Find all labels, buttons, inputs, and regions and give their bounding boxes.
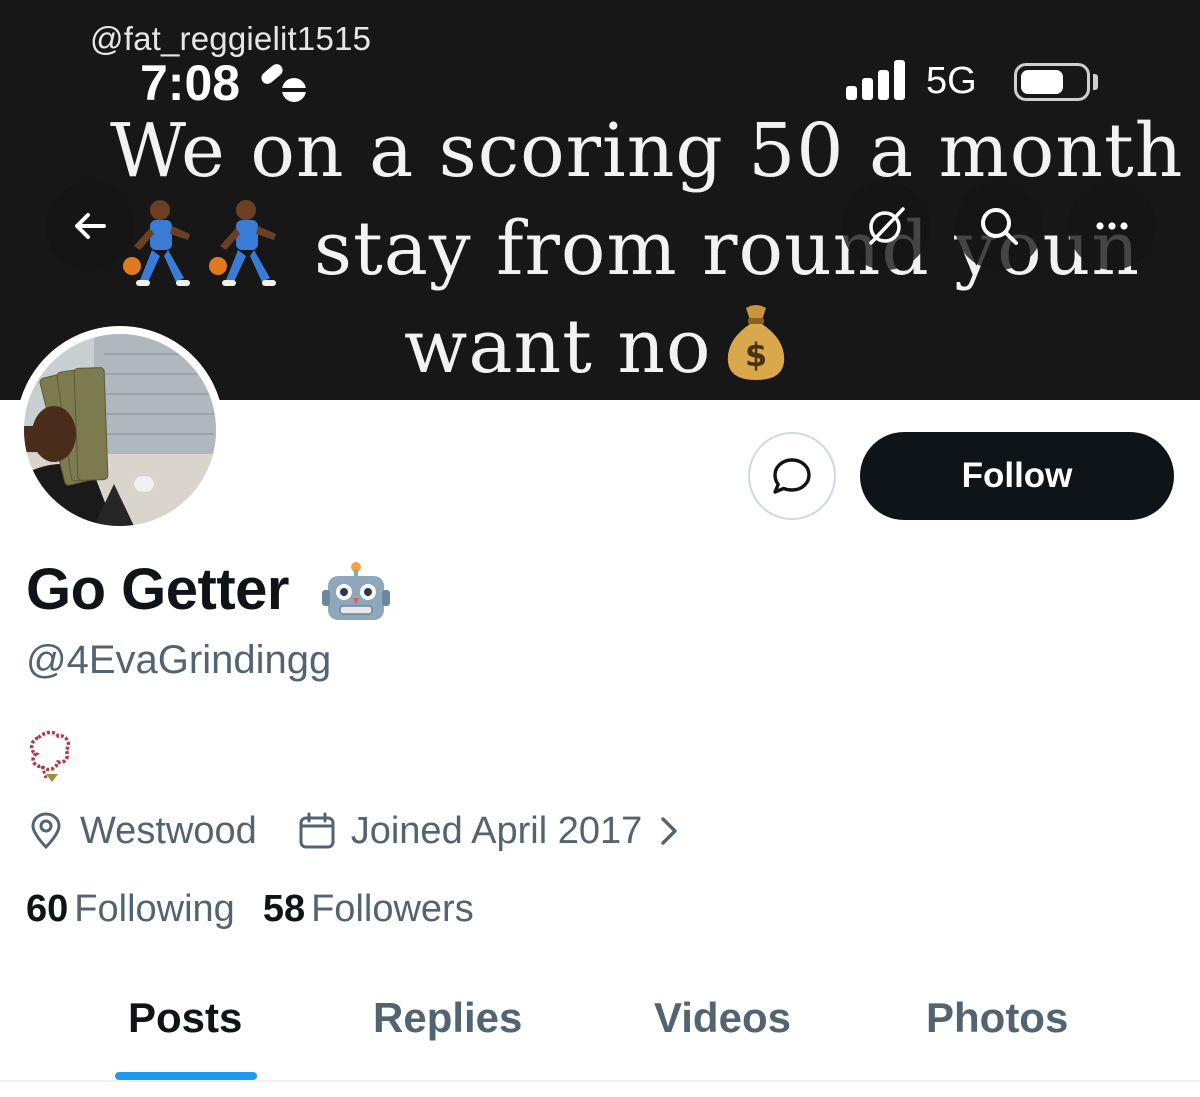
pill-icon (261, 64, 306, 102)
banner-line-3: want no (404, 304, 712, 390)
grok-icon (869, 207, 905, 245)
basketball-player-emoji (123, 200, 276, 286)
tab-videos[interactable]: Videos (654, 994, 791, 1042)
followers-count: 58 (262, 888, 306, 930)
location-pin-icon (31, 812, 61, 850)
following-link[interactable]: 60 Following (26, 888, 235, 931)
signal-icon (846, 60, 908, 100)
followers-link[interactable]: 58 Followers (263, 888, 474, 931)
calendar-icon (299, 812, 335, 849)
avatar-image (24, 334, 216, 526)
message-button[interactable] (748, 432, 836, 520)
robot-emoji (322, 562, 390, 620)
location-text: Westwood (80, 809, 257, 852)
status-time: 7:08 (140, 55, 241, 111)
location: Westwood (26, 810, 257, 853)
message-bubble-icon (773, 458, 811, 494)
back-button[interactable] (46, 182, 134, 270)
battery-tip (1093, 74, 1098, 90)
follow-stats: 60 Following 58 Followers (26, 888, 502, 931)
avatar[interactable] (16, 326, 224, 534)
more-button[interactable] (1068, 182, 1156, 270)
tab-posts[interactable]: Posts (128, 994, 242, 1042)
joined-text: Joined April 2017 (350, 809, 643, 852)
tabs-divider (0, 1080, 1200, 1082)
back-arrow-icon (75, 213, 106, 239)
followers-label: Followers (311, 888, 474, 930)
svg-text:$: $ (745, 336, 767, 374)
search-icon (981, 208, 1018, 245)
profile-meta: Westwood Joined April 2017 (26, 806, 694, 856)
joined-date[interactable]: Joined April 2017 (297, 810, 695, 853)
following-count: 60 (26, 888, 69, 930)
watermark-text: @fat_reggielit1515 (90, 20, 372, 57)
profile-tabs: Posts Replies Videos Photos (0, 984, 1200, 1080)
network-label: 5G (926, 60, 977, 102)
more-icon (1096, 222, 1128, 230)
grok-button[interactable] (842, 182, 930, 270)
prayer-beads-emoji (30, 730, 71, 782)
following-label: Following (74, 888, 235, 930)
display-name: Go Getter (26, 557, 290, 622)
active-tab-indicator (115, 1072, 257, 1080)
user-handle: @4EvaGrindingg (26, 638, 332, 682)
banner-line-1: We on a scoring 50 a month (110, 108, 1184, 194)
battery-icon (1014, 63, 1090, 101)
search-button[interactable] (955, 182, 1043, 270)
follow-button[interactable]: Follow (860, 432, 1174, 520)
chevron-right-icon (661, 817, 677, 845)
tab-photos[interactable]: Photos (926, 994, 1068, 1042)
profile-banner[interactable]: @fat_reggielit1515 7:08 5G We on a scori… (0, 0, 1200, 400)
money-bag-emoji: $ (727, 305, 785, 380)
tab-replies[interactable]: Replies (373, 994, 522, 1042)
